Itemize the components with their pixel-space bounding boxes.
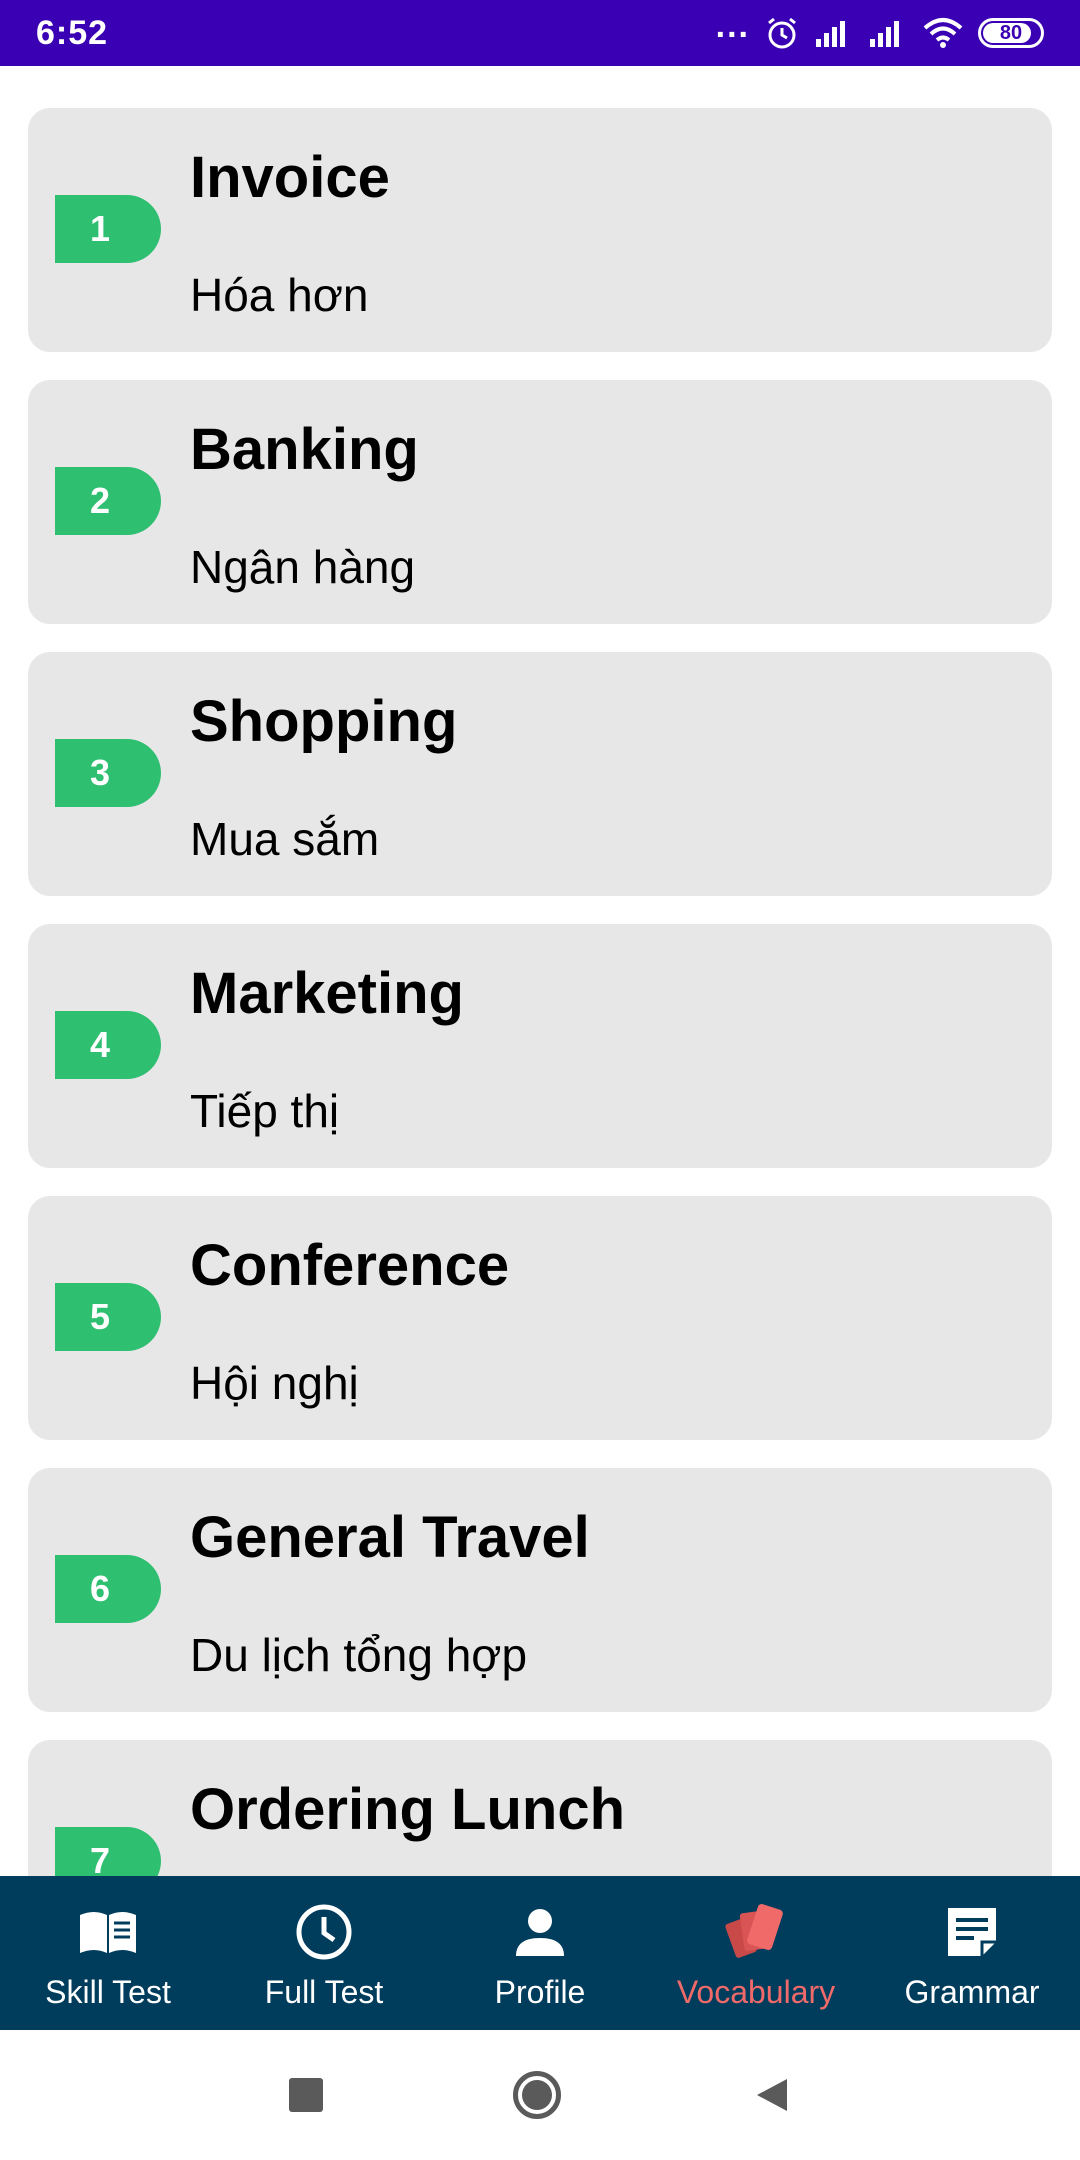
wifi-icon [923, 18, 963, 48]
more-notifications-icon: ... [715, 6, 750, 45]
list-item[interactable]: 7 Ordering Lunch [28, 1740, 1052, 1876]
battery-level: 80 [999, 21, 1023, 44]
list-item[interactable]: 6 General Travel Du lịch tổng hợp [28, 1468, 1052, 1712]
list-item[interactable]: 4 Marketing Tiếp thị [28, 924, 1052, 1168]
nav-label: Full Test [264, 1974, 384, 2010]
status-bar: 6:52 ... 80 [0, 0, 1080, 66]
item-subtitle: Hội nghị [190, 1357, 359, 1409]
signal-icon [816, 21, 845, 47]
battery-icon: 80 [978, 18, 1044, 48]
back-icon[interactable] [751, 2075, 791, 2115]
nav-full-test[interactable]: Full Test [216, 1876, 432, 2030]
bottom-navigation: Skill Test Full Test Profile Vocabulary … [0, 1876, 1080, 2030]
nav-grammar[interactable]: Grammar [864, 1876, 1080, 2030]
signal-icon-2 [870, 21, 899, 47]
item-title: Ordering Lunch [190, 1777, 625, 1842]
item-title: Conference [190, 1233, 510, 1298]
alarm-icon [768, 17, 796, 49]
list-item[interactable]: 2 Banking Ngân hàng [28, 380, 1052, 624]
status-time: 6:52 [36, 13, 109, 52]
item-number-badge: 1 [55, 195, 161, 263]
item-subtitle: Tiếp thị [190, 1085, 340, 1137]
item-number-badge: 4 [55, 1011, 161, 1079]
item-title: General Travel [190, 1505, 590, 1570]
item-number-badge: 3 [55, 739, 161, 807]
nav-skill-test[interactable]: Skill Test [0, 1876, 216, 2030]
nav-label: Skill Test [45, 1974, 171, 2010]
item-subtitle: Mua sắm [190, 813, 380, 865]
item-number-badge: 6 [55, 1555, 161, 1623]
clock-icon [292, 1900, 356, 1964]
item-title: Shopping [190, 689, 458, 754]
note-icon [940, 1900, 1004, 1964]
item-number-badge: 5 [55, 1283, 161, 1351]
item-subtitle: Ngân hàng [190, 541, 416, 593]
nav-profile[interactable]: Profile [432, 1876, 648, 2030]
person-icon [508, 1900, 572, 1964]
system-navigation-bar [0, 2030, 1080, 2160]
item-title: Invoice [190, 145, 390, 210]
nav-label: Profile [494, 1974, 586, 2010]
nav-vocabulary[interactable]: Vocabulary [648, 1876, 864, 2030]
book-icon [76, 1900, 140, 1964]
item-title: Banking [190, 417, 419, 482]
list-item[interactable]: 5 Conference Hội nghị [28, 1196, 1052, 1440]
cards-icon [724, 1900, 788, 1964]
item-subtitle: Du lịch tổng hợp [190, 1629, 528, 1681]
list-item[interactable]: 1 Invoice Hóa hơn [28, 108, 1052, 352]
home-icon[interactable] [513, 2071, 561, 2119]
list-item[interactable]: 3 Shopping Mua sắm [28, 652, 1052, 896]
nav-label: Grammar [904, 1974, 1040, 2010]
recents-icon[interactable] [289, 2078, 323, 2112]
item-number-badge: 7 [55, 1827, 161, 1876]
item-subtitle: Hóa hơn [190, 269, 369, 321]
item-title: Marketing [190, 961, 464, 1026]
vocabulary-topic-list[interactable]: 1 Invoice Hóa hơn 2 Banking Ngân hàng 3 … [0, 66, 1080, 1876]
status-icons: ... 80 [716, 7, 1044, 51]
nav-label: Vocabulary [676, 1974, 836, 2010]
item-number-badge: 2 [55, 467, 161, 535]
